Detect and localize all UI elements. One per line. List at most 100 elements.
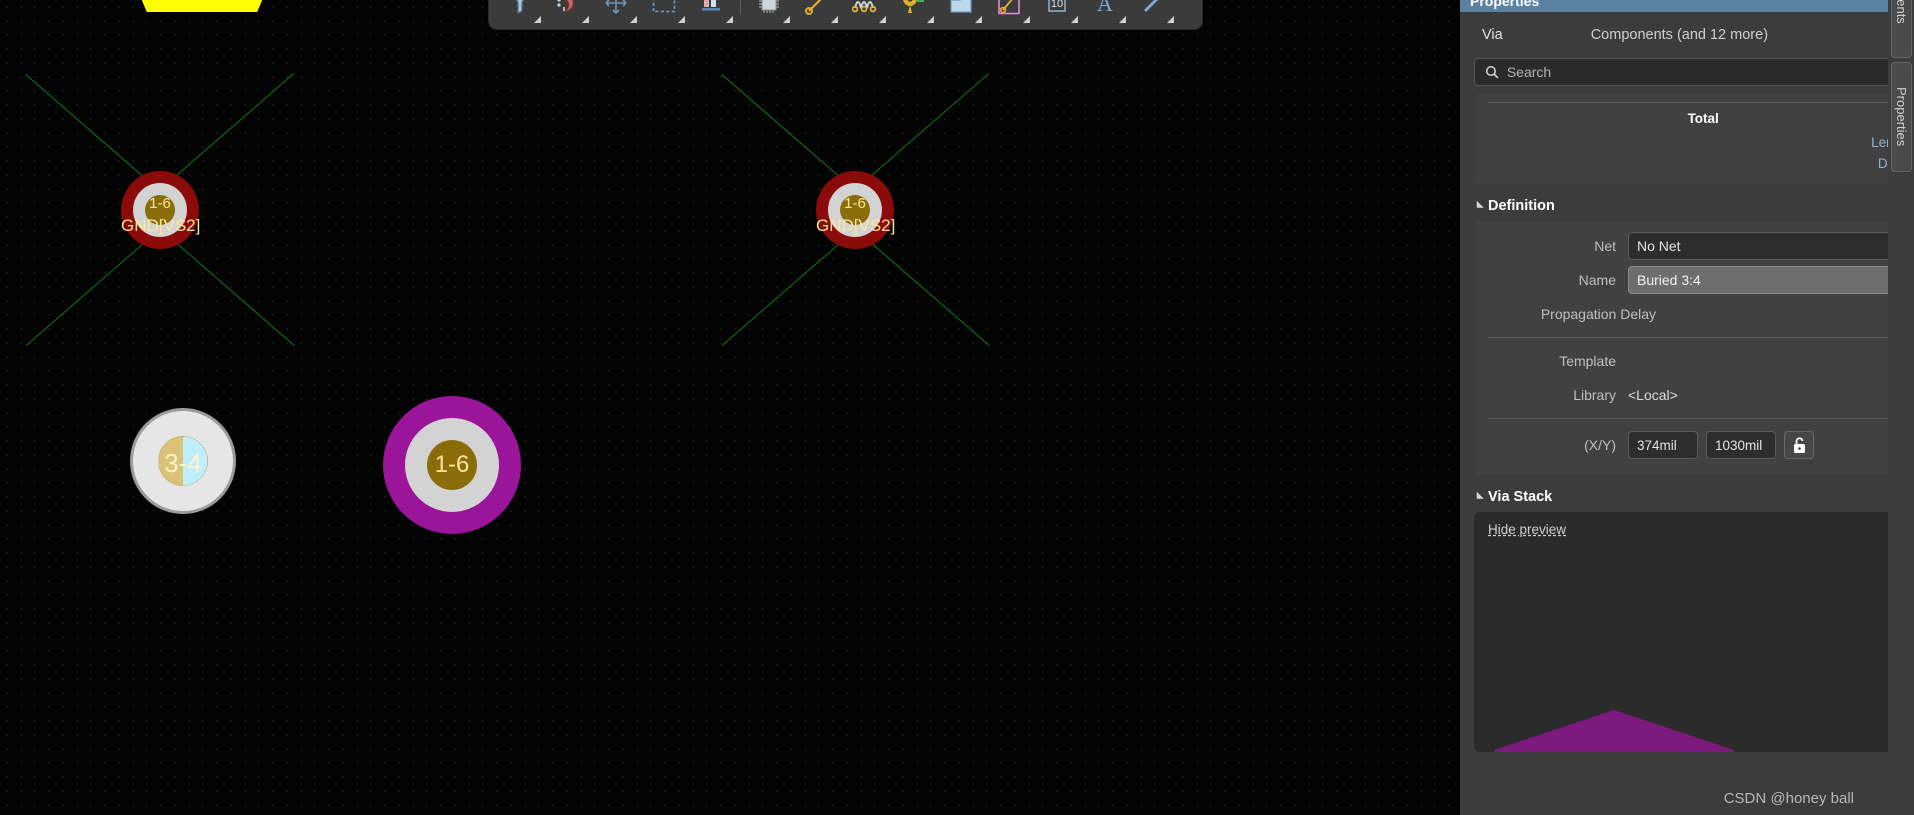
via-buried-selected[interactable]: 3-4 xyxy=(130,408,236,514)
via-name-select[interactable]: Buried 3:4 xyxy=(1628,266,1914,294)
net-select[interactable]: No Net xyxy=(1628,232,1914,260)
svg-text:10: 10 xyxy=(1051,0,1063,10)
polygon-pour-tool-button[interactable] xyxy=(938,0,984,25)
yellow-polygon-shape[interactable] xyxy=(142,0,262,12)
object-type-label: Via xyxy=(1482,27,1503,43)
watermark: CSDN @honey ball xyxy=(1723,790,1854,807)
x-coordinate-input[interactable]: 374mil xyxy=(1628,431,1698,459)
filter-tool-button[interactable] xyxy=(497,0,543,25)
via-stack-3d-preview xyxy=(1494,710,1734,752)
sidebar-item-components[interactable]: nents xyxy=(1891,0,1912,58)
move-tool-button[interactable] xyxy=(593,0,639,25)
object-type-row: Via Components (and 12 more) xyxy=(1474,12,1914,58)
properties-panel: Properties ⌄ ▭ ✕ Via Components (and 12 … xyxy=(1460,0,1914,815)
propagation-delay-label: Propagation Delay xyxy=(1540,306,1656,322)
text-icon: A xyxy=(1093,0,1117,20)
panel-titlebar[interactable]: Properties ⌄ ▭ ✕ xyxy=(1460,0,1914,12)
hide-preview-link[interactable]: Hide preview xyxy=(1488,522,1566,537)
route-icon xyxy=(805,0,829,20)
via-blind-purple[interactable]: 1-6 xyxy=(383,396,521,534)
via-barrel xyxy=(427,440,477,490)
name-label: Name xyxy=(1578,272,1616,288)
diff-pair-icon xyxy=(997,0,1021,20)
table-row: Length N/A Length 5.556mil xyxy=(1488,132,1914,153)
divider xyxy=(1488,337,1914,338)
via-stack-section-header[interactable]: Via Stack xyxy=(1473,489,1914,505)
definition-card: Net No Net Name Buried 3:4 Propagation D… xyxy=(1474,221,1914,475)
panel-body: Via Components (and 12 more) Search Tota… xyxy=(1460,12,1914,815)
y-coordinate-input[interactable]: 1030mil xyxy=(1706,431,1776,459)
net-label: Net xyxy=(1594,238,1616,254)
via-barrel xyxy=(840,195,870,225)
text-tool-button[interactable]: A xyxy=(1082,0,1128,25)
tune-length-tool-button[interactable] xyxy=(842,0,888,25)
xy-row: (X/Y) 374mil 1030mil xyxy=(1488,425,1914,465)
right-tab-strip: nents Properties xyxy=(1888,0,1914,815)
collapse-triangle-icon xyxy=(1473,491,1484,503)
library-row: Library <Local> xyxy=(1488,378,1914,412)
line-icon xyxy=(1141,0,1165,20)
via-thru-right[interactable]: 1-6 GND[VS2] xyxy=(816,171,895,249)
net-row: Net No Net xyxy=(1488,229,1914,263)
dimension-tool-button[interactable]: 10 xyxy=(1034,0,1080,25)
propagation-delay-row: Propagation Delay xyxy=(1488,297,1914,331)
ic-footprint-tool-button[interactable] xyxy=(746,0,792,25)
polygon-icon xyxy=(949,0,973,19)
definition-header-label: Definition xyxy=(1488,198,1555,214)
summary-table: Total Selected Length N/A Length 5.556mi… xyxy=(1488,109,1914,174)
line-tool-button[interactable] xyxy=(1130,0,1176,25)
component-placement-tool-button[interactable] xyxy=(689,0,735,25)
lock-aspect-button[interactable] xyxy=(1784,431,1814,459)
chip-icon xyxy=(757,0,781,20)
sidebar-item-properties[interactable]: Properties xyxy=(1891,62,1912,172)
divider xyxy=(1488,102,1914,103)
summary-card: Total Selected Length N/A Length 5.556mi… xyxy=(1474,94,1914,184)
select-area-tool-button[interactable] xyxy=(641,0,687,25)
via-name-value: Buried 3:4 xyxy=(1637,272,1701,288)
search-icon xyxy=(1485,65,1499,79)
via-stack-preview: Hide preview xyxy=(1474,512,1914,752)
via-barrel xyxy=(145,195,175,225)
filter-icon xyxy=(509,0,531,20)
net-value: No Net xyxy=(1637,238,1681,254)
unlocked-padlock-icon xyxy=(1793,436,1805,453)
place-via-tool-button[interactable] xyxy=(890,0,936,25)
table-row: Delay N/A Delay 0ps xyxy=(1488,153,1914,174)
summary-col-total: Total xyxy=(1687,111,1719,126)
svg-text:A: A xyxy=(1097,0,1113,15)
differential-pair-tool-button[interactable] xyxy=(986,0,1032,25)
search-input[interactable] xyxy=(1506,64,1914,80)
divider xyxy=(1488,418,1914,419)
dimension-icon: 10 xyxy=(1045,0,1069,20)
meander-icon xyxy=(851,0,878,20)
library-value: <Local> xyxy=(1628,387,1678,403)
search-box[interactable] xyxy=(1474,58,1914,86)
library-label: Library xyxy=(1573,387,1616,403)
collapse-triangle-icon xyxy=(1473,200,1484,212)
total-delay-key: Delay xyxy=(1488,153,1914,174)
definition-section-header[interactable]: Definition xyxy=(1473,198,1914,214)
tab-components-label: nents xyxy=(1894,0,1909,24)
move-icon xyxy=(604,0,628,20)
place-part-icon xyxy=(700,0,724,20)
pcb-tools-toolbar[interactable]: 10 A xyxy=(488,0,1203,30)
magnet-icon xyxy=(556,0,580,20)
via-barrel-split xyxy=(158,436,208,486)
marquee-icon xyxy=(652,0,676,18)
panel-title: Properties xyxy=(1470,0,1540,9)
template-label: Template xyxy=(1559,353,1616,369)
tab-properties-label: Properties xyxy=(1894,87,1909,147)
template-row: Template xyxy=(1488,344,1914,378)
via-stack-header-label: Via Stack xyxy=(1488,489,1553,505)
route-interactive-tool-button[interactable] xyxy=(794,0,840,25)
selection-summary: Components (and 12 more) xyxy=(1590,27,1769,43)
table-header-row: Total Selected xyxy=(1488,109,1914,132)
via-thru-left[interactable]: 1-6 GND[VS2] xyxy=(121,171,200,249)
toolbar-separator xyxy=(740,0,741,15)
pcb-canvas[interactable]: 1-6 GND[VS2] 1-6 GND[VS2] 3-4 1-6 xyxy=(0,0,1460,815)
xy-label: (X/Y) xyxy=(1584,437,1616,453)
name-row: Name Buried 3:4 ••• xyxy=(1488,263,1914,297)
total-length-key: Length xyxy=(1488,132,1914,153)
magnet-snap-tool-button[interactable] xyxy=(545,0,591,25)
via-icon xyxy=(900,0,926,20)
